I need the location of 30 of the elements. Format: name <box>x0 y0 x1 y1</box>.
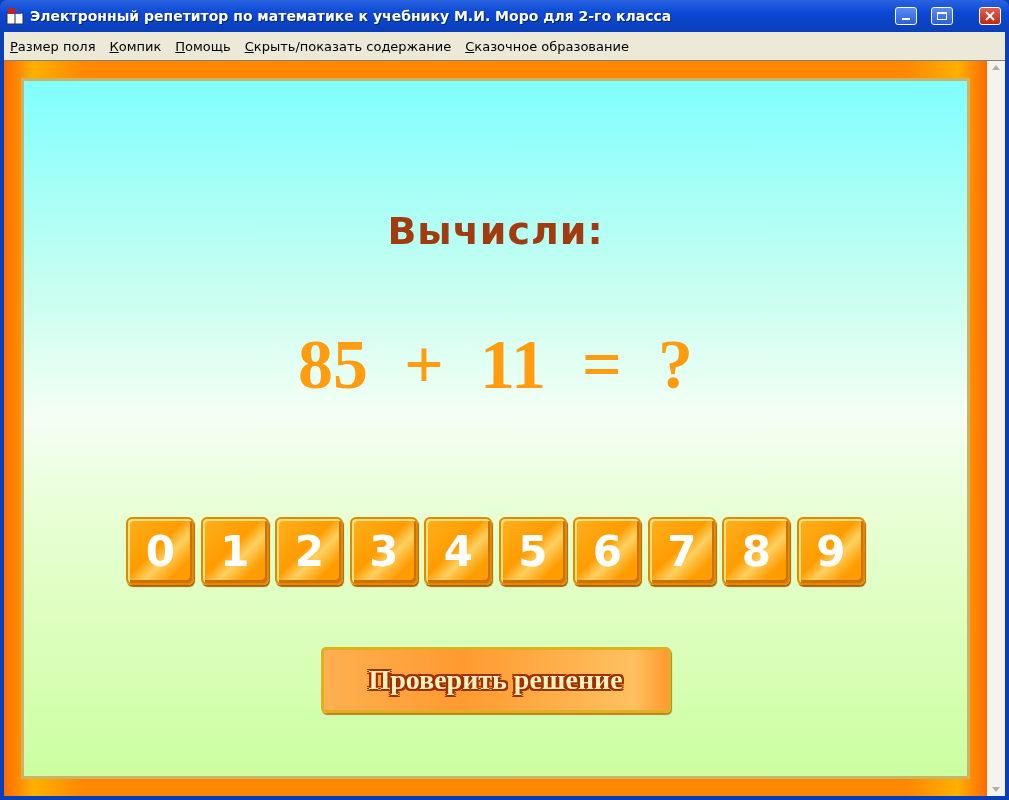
digit-key[interactable]: 0 <box>126 517 195 585</box>
menu-item[interactable]: Скрыть/показать содержание <box>244 38 452 54</box>
maximize-icon <box>937 11 947 21</box>
digit-key[interactable]: 5 <box>498 517 567 585</box>
minimize-icon <box>902 18 910 20</box>
check-answer-button[interactable]: Проверить решение <box>320 647 671 713</box>
window-title: Электронный репетитор по математике к учебнику М.И. Моро для 2-го класса <box>30 8 673 24</box>
digit-key[interactable]: 8 <box>722 517 791 585</box>
menu-item[interactable]: Сказочное образование <box>465 38 629 54</box>
digit-key[interactable]: 9 <box>796 517 865 585</box>
book-icon <box>6 7 24 25</box>
minimize-button[interactable] <box>895 7 917 25</box>
equation-term: = <box>582 325 622 405</box>
maximize-button[interactable] <box>931 7 953 25</box>
menu-item[interactable]: Размер поля <box>10 38 96 54</box>
digit-key[interactable]: 7 <box>647 517 716 585</box>
digit-key[interactable]: 3 <box>349 517 418 585</box>
equation-term: ? <box>657 325 693 405</box>
close-icon <box>985 11 995 21</box>
equation-term: 85 <box>298 325 369 405</box>
digit-key[interactable]: 2 <box>275 517 344 585</box>
menu-item[interactable]: Помощь <box>175 38 231 54</box>
digit-key[interactable]: 6 <box>573 517 642 585</box>
digit-key[interactable]: 1 <box>200 517 269 585</box>
equation-term: 11 <box>479 325 547 405</box>
menu-item[interactable]: Компик <box>109 38 162 54</box>
close-button[interactable] <box>979 7 1001 25</box>
task-heading: Вычисли: <box>387 209 604 253</box>
equation-term: + <box>404 325 444 405</box>
digit-key[interactable]: 4 <box>424 517 493 585</box>
